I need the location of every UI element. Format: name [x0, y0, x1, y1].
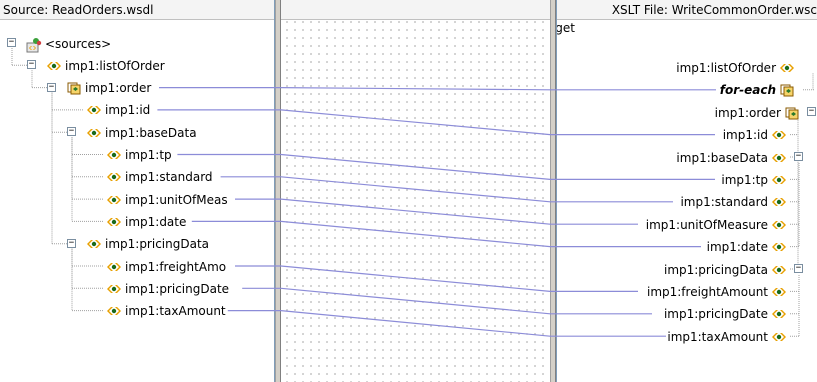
source-node-label: imp1:id	[105, 103, 151, 118]
source-node[interactable]: imp1:freightAmo	[106, 257, 226, 275]
source-node-label: imp1:pricingDate	[125, 281, 230, 296]
target-node-label: imp1:unitOfMeasure	[645, 217, 768, 232]
source-node[interactable]: imp1:pricingDate	[106, 279, 229, 297]
target-node[interactable]: imp1:date	[707, 238, 787, 256]
source-node[interactable]: imp1:listOfOrder	[46, 56, 165, 74]
target-node[interactable]: imp1:order	[715, 103, 800, 121]
collapse-toggle[interactable]: −	[67, 238, 76, 248]
collapse-toggle[interactable]: −	[47, 82, 56, 92]
collapse-toggle[interactable]: −	[807, 107, 816, 117]
source-node-label: imp1:baseData	[105, 125, 197, 140]
mapping-canvas-header	[281, 0, 550, 20]
source-node[interactable]: imp1:unitOfMeas	[106, 190, 228, 208]
source-node-label: imp1:standard	[125, 170, 213, 185]
source-node[interactable]: imp1:order	[66, 79, 151, 97]
element-icon	[46, 59, 62, 73]
source-node-label: imp1:taxAmount	[125, 304, 226, 319]
source-node[interactable]: imp1:date	[106, 212, 186, 230]
source-node-label: <sources>	[45, 36, 112, 51]
element-icon	[771, 128, 787, 142]
source-node-label: imp1:freightAmo	[125, 259, 227, 274]
target-node-label: imp1:taxAmount	[667, 329, 768, 344]
for-each-node[interactable]: for-each	[720, 81, 795, 99]
target-node[interactable]: imp1:listOfOrder	[676, 58, 795, 76]
element-icon	[771, 195, 787, 209]
target-node-label: for-each	[719, 83, 776, 98]
source-node-label: imp1:tp	[125, 148, 172, 162]
target-node-label: imp1:freightAmount	[646, 284, 768, 299]
target-node-label: imp1:pricingDate	[663, 307, 768, 322]
target-node[interactable]: <target	[556, 18, 578, 36]
target-node[interactable]: imp1:freightAmount	[647, 282, 787, 300]
source-node-label: imp1:unitOfMeas	[125, 192, 228, 207]
target-node-label: imp1:baseData	[676, 150, 768, 165]
element-icon	[771, 263, 787, 277]
source-node[interactable]: imp1:tp	[106, 146, 172, 164]
element-icon	[779, 61, 795, 75]
collapse-toggle[interactable]: −	[794, 264, 803, 273]
source-node[interactable]: <sources>	[26, 34, 111, 52]
element-icon	[86, 103, 102, 117]
target-node[interactable]: imp1:id	[723, 126, 787, 144]
source-node[interactable]: imp1:standard	[106, 168, 213, 186]
source-node[interactable]: imp1:baseData	[86, 123, 197, 141]
repeating-element-icon	[784, 106, 800, 120]
element-icon	[771, 151, 787, 165]
target-node[interactable]: imp1:standard	[680, 193, 787, 211]
source-node[interactable]: imp1:id	[86, 101, 150, 119]
element-icon	[86, 237, 102, 251]
target-tree-pane[interactable]: XSLT File: WriteCommonOrder.wsc <target i…	[556, 0, 817, 382]
target-node-label: imp1:tp	[721, 172, 768, 187]
collapse-toggle[interactable]: −	[67, 127, 76, 137]
source-node-label: imp1:pricingData	[105, 237, 210, 252]
target-node-label: imp1:id	[722, 128, 768, 143]
mapping-canvas[interactable]	[281, 0, 550, 382]
repeating-element-icon	[66, 81, 82, 95]
element-icon	[86, 126, 102, 140]
element-icon	[771, 307, 787, 321]
target-node[interactable]: imp1:unitOfMeasure	[646, 215, 787, 233]
source-node-label: imp1:order	[85, 81, 152, 96]
target-node[interactable]: imp1:taxAmount	[667, 327, 787, 345]
target-node[interactable]: imp1:baseData	[676, 148, 787, 166]
target-node-label: imp1:order	[714, 105, 781, 120]
target-node-label: <target	[556, 20, 575, 35]
source-header: Source: ReadOrders.wsdl	[0, 0, 274, 20]
element-icon	[771, 173, 787, 187]
target-node-label: imp1:date	[706, 240, 768, 255]
for-each-icon	[779, 83, 795, 97]
element-icon	[771, 330, 787, 344]
element-icon	[106, 215, 122, 229]
target-node[interactable]: imp1:pricingDate	[664, 305, 787, 323]
collapse-toggle[interactable]: −	[27, 60, 36, 70]
element-icon	[106, 148, 122, 162]
target-node[interactable]: imp1:pricingData	[664, 260, 787, 278]
target-node[interactable]: imp1:tp	[721, 170, 787, 188]
element-icon	[106, 260, 122, 274]
element-icon	[106, 193, 122, 207]
sources-icon	[26, 37, 42, 52]
element-icon	[771, 285, 787, 299]
target-header: XSLT File: WriteCommonOrder.wsc	[557, 0, 817, 20]
target-node-label: imp1:standard	[680, 195, 768, 210]
source-tree-pane[interactable]: Source: ReadOrders.wsdl <sources> − imp1:…	[0, 0, 275, 382]
source-node[interactable]: imp1:pricingData	[86, 235, 209, 253]
element-icon	[771, 240, 787, 254]
source-node-label: imp1:listOfOrder	[65, 58, 165, 73]
element-icon	[106, 304, 122, 318]
target-tree-lines	[790, 73, 815, 337]
source-node-label: imp1:date	[125, 214, 187, 229]
collapse-toggle[interactable]: −	[7, 38, 16, 47]
collapse-toggle[interactable]: −	[794, 152, 803, 161]
target-node-label: imp1:pricingData	[663, 262, 768, 277]
element-icon	[106, 170, 122, 184]
element-icon	[106, 282, 122, 296]
target-node-label: imp1:listOfOrder	[676, 60, 776, 75]
source-node[interactable]: imp1:taxAmount	[106, 302, 226, 320]
element-icon	[771, 218, 787, 232]
